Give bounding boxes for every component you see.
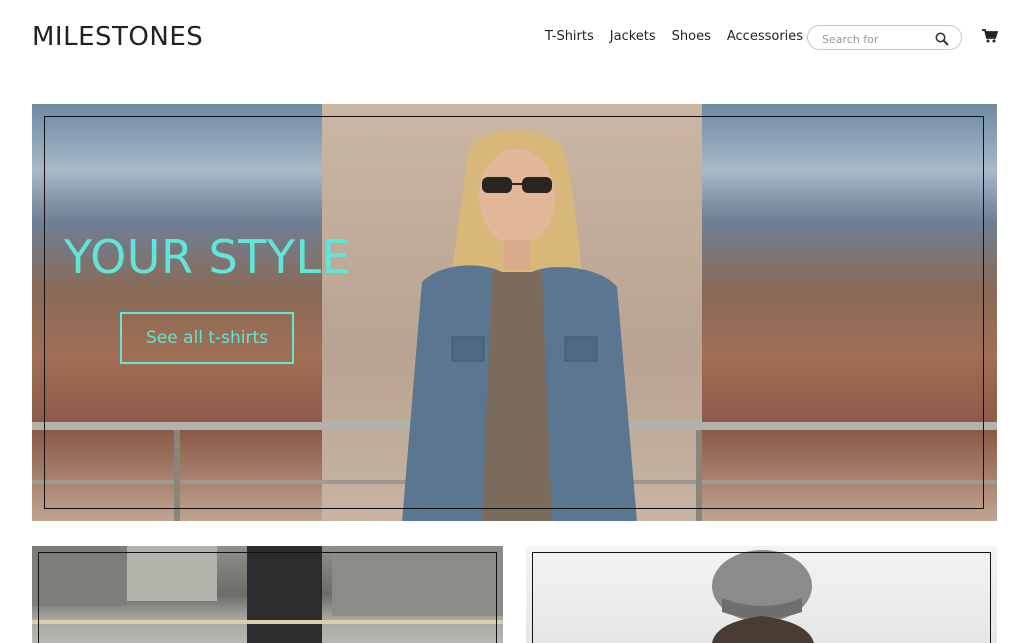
hero-railing-post (696, 430, 702, 521)
hero-model-image (402, 130, 637, 521)
nav-item-shoes[interactable]: Shoes (672, 29, 711, 44)
nav-item-jackets[interactable]: Jackets (610, 29, 656, 44)
brand-logo[interactable]: MILESTONES (32, 22, 203, 52)
product-image-shoes (32, 546, 503, 643)
search-box (807, 25, 962, 50)
product-card-right[interactable] (526, 546, 997, 643)
shopping-cart-icon[interactable] (982, 29, 998, 43)
hero-railing-post (174, 430, 180, 521)
nav-item-accessories[interactable]: Accessories (727, 29, 803, 44)
nav-item-tshirts[interactable]: T-Shirts (545, 29, 594, 44)
hero-banner: YOUR STYLE See all t-shirts (32, 104, 997, 521)
product-image-beanie (712, 550, 814, 643)
main-nav: T-Shirts Jackets Shoes Accessories (545, 29, 803, 44)
product-card-left[interactable] (32, 546, 503, 643)
see-all-tshirts-button[interactable]: See all t-shirts (120, 312, 294, 364)
search-icon[interactable] (935, 32, 949, 46)
search-input[interactable] (820, 30, 939, 48)
hero-title: YOUR STYLE (64, 230, 352, 284)
